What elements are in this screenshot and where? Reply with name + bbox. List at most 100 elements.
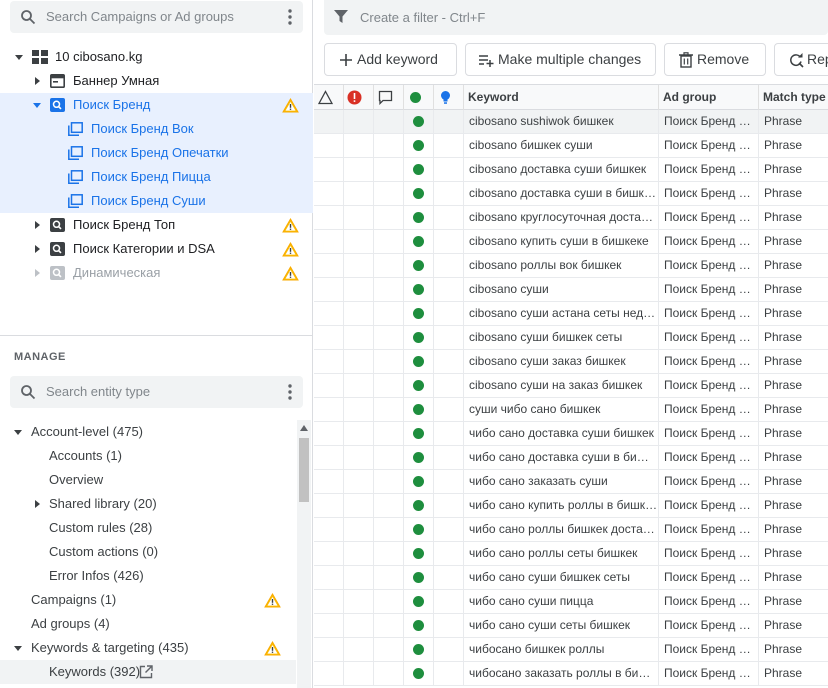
- ad-group-cell[interactable]: Поиск Бренд Суши: [659, 374, 759, 397]
- match-type-cell[interactable]: Phrase: [759, 398, 828, 421]
- keyword-cell[interactable]: суши чибо сано бишкек: [464, 398, 659, 421]
- caret-down-icon[interactable]: [33, 101, 41, 109]
- caret-down-icon[interactable]: [15, 53, 23, 61]
- manage-keywords[interactable]: Keywords (392): [0, 660, 296, 684]
- match-type-cell[interactable]: Phrase: [759, 542, 828, 565]
- ad-group-cell[interactable]: Поиск Бренд Суши: [659, 422, 759, 445]
- warning-icon[interactable]: [264, 641, 281, 656]
- tree-campaign-brand[interactable]: Поиск Бренд: [0, 93, 313, 117]
- ad-group-cell[interactable]: Поиск Бренд Суши: [659, 158, 759, 181]
- table-row[interactable]: суши чибо сано бишкекПоиск Бренд СушиPhr…: [314, 398, 828, 422]
- ad-group-cell[interactable]: Поиск Бренд Суши: [659, 230, 759, 253]
- warning-icon[interactable]: [282, 266, 299, 281]
- table-row[interactable]: чибосано бишкек роллыПоиск Бренд СушиPhr…: [314, 638, 828, 662]
- ad-group-cell[interactable]: Поиск Бренд Суши: [659, 278, 759, 301]
- keyword-cell[interactable]: cibosano суши бишкек сеты: [464, 326, 659, 349]
- keyword-cell[interactable]: cibosano суши астана сеты недорого: [464, 302, 659, 325]
- caret-right-icon[interactable]: [33, 221, 41, 229]
- keyword-cell[interactable]: cibosano доставка суши бишкек: [464, 158, 659, 181]
- keyword-cell[interactable]: чибо сано доставка суши бишкек: [464, 422, 659, 445]
- replace-button[interactable]: Rep: [774, 43, 828, 76]
- table-row[interactable]: cibosano суши заказ бишкек Поиск Бренд Су…: [314, 350, 828, 374]
- tree-campaign-banner[interactable]: Баннер Умная: [0, 69, 313, 93]
- table-row[interactable]: cibosano доставка суши в бишкеке Поиск Бр…: [314, 182, 828, 206]
- ad-group-cell[interactable]: Поиск Бренд Суши: [659, 662, 759, 685]
- keyword-cell[interactable]: cibosano доставка суши в бишкеке: [464, 182, 659, 205]
- warning-icon[interactable]: [282, 242, 299, 257]
- manage-ad-groups[interactable]: Ad groups (4): [0, 612, 296, 636]
- manage-campaigns[interactable]: Campaigns (1): [0, 588, 296, 612]
- col-header-ad-group[interactable]: Ad group: [659, 85, 759, 110]
- keyword-cell[interactable]: чибо сано купить роллы в бишкеке: [464, 494, 659, 517]
- table-row[interactable]: чибо сано суши пиццаПоиск Бренд СушиPhra…: [314, 590, 828, 614]
- keyword-cell[interactable]: чибо сано доставка суши в бишкеке: [464, 446, 659, 469]
- keyword-cell[interactable]: чибо сано суши бишкек сеты: [464, 566, 659, 589]
- match-type-cell[interactable]: Phrase: [759, 662, 828, 685]
- match-type-cell[interactable]: Phrase: [759, 518, 828, 541]
- manage-overview[interactable]: Overview: [0, 468, 296, 492]
- match-type-cell[interactable]: Phrase: [759, 134, 828, 157]
- manage-custom-actions[interactable]: Custom actions (0): [0, 540, 296, 564]
- match-type-cell[interactable]: Phrase: [759, 590, 828, 613]
- entity-search-box[interactable]: Search entity type: [10, 376, 303, 408]
- ad-group-cell[interactable]: Поиск Бренд Суши: [659, 494, 759, 517]
- col-header-match-type[interactable]: Match type: [759, 85, 828, 110]
- col-header-status-dot[interactable]: [404, 85, 434, 110]
- ad-group-cell[interactable]: Поиск Бренд Суши: [659, 590, 759, 613]
- table-row[interactable]: cibosano суши бишкек сетыПоиск Бренд Суш…: [314, 326, 828, 350]
- ad-group-cell[interactable]: Поиск Бренд Суши: [659, 134, 759, 157]
- table-row[interactable]: чибо сано купить роллы в бишкеке Поиск Бр…: [314, 494, 828, 518]
- more-vert-icon[interactable]: [287, 383, 293, 401]
- match-type-cell[interactable]: Phrase: [759, 350, 828, 373]
- table-row[interactable]: cibosano доставка суши бишкек Поиск Бренд…: [314, 158, 828, 182]
- caret-down-icon[interactable]: [14, 428, 22, 436]
- manage-keywords-targeting[interactable]: Keywords & targeting (435): [0, 636, 296, 660]
- open-in-new-icon[interactable]: [139, 665, 153, 679]
- ad-group-cell[interactable]: Поиск Бренд Суши: [659, 566, 759, 589]
- match-type-cell[interactable]: Phrase: [759, 254, 828, 277]
- table-row[interactable]: чибо сано доставка суши в бишкеке Поиск Б…: [314, 446, 828, 470]
- table-row[interactable]: cibosano купить суши в бишкеке Поиск Брен…: [314, 230, 828, 254]
- match-type-cell[interactable]: Phrase: [759, 326, 828, 349]
- match-type-cell[interactable]: Phrase: [759, 374, 828, 397]
- remove-button[interactable]: Remove: [664, 43, 766, 76]
- keyword-cell[interactable]: чибо сано суши сеты бишкек: [464, 614, 659, 637]
- ad-group-cell[interactable]: Поиск Бренд Суши: [659, 254, 759, 277]
- campaign-search-box[interactable]: Search Campaigns or Ad groups: [10, 1, 303, 33]
- match-type-cell[interactable]: Phrase: [759, 230, 828, 253]
- manage-custom-rules[interactable]: Custom rules (28): [0, 516, 296, 540]
- warning-icon[interactable]: [264, 593, 281, 608]
- table-row[interactable]: cibosano роллы вок бишкекПоиск Бренд Суш…: [314, 254, 828, 278]
- ad-group-cell[interactable]: Поиск Бренд Суши: [659, 398, 759, 421]
- ad-group-cell[interactable]: Поиск Бренд Суши: [659, 542, 759, 565]
- tree-adgroup-typos[interactable]: Поиск Бренд Опечатки: [0, 141, 313, 165]
- ad-group-cell[interactable]: Поиск Бренд Суши: [659, 206, 759, 229]
- manage-account-level[interactable]: Account-level (475): [0, 420, 296, 444]
- table-row[interactable]: чибо сано роллы сеты бишкек Поиск Бренд С…: [314, 542, 828, 566]
- table-row[interactable]: cibosano суши астана сеты недорого Поиск …: [314, 302, 828, 326]
- table-row[interactable]: cibosano бишкек сушиПоиск Бренд СушиPhra…: [314, 134, 828, 158]
- caret-down-icon[interactable]: [14, 644, 22, 652]
- match-type-cell[interactable]: Phrase: [759, 278, 828, 301]
- table-row[interactable]: чибо сано роллы бишкек доставка Поиск Бре…: [314, 518, 828, 542]
- keyword-cell[interactable]: чибо сано роллы бишкек доставка: [464, 518, 659, 541]
- caret-right-icon[interactable]: [33, 269, 41, 277]
- tree-campaign-dynamic[interactable]: Динамическая: [0, 261, 313, 285]
- tree-account-row[interactable]: 10 cibosano.kg: [0, 45, 313, 69]
- manage-accounts[interactable]: Accounts (1): [0, 444, 296, 468]
- table-row[interactable]: чибо сано суши сеты бишкек Поиск Бренд Су…: [314, 614, 828, 638]
- caret-right-icon[interactable]: [33, 245, 41, 253]
- col-header-error-icon[interactable]: [344, 85, 374, 110]
- match-type-cell[interactable]: Phrase: [759, 638, 828, 661]
- tree-adgroup-pizza[interactable]: Поиск Бренд Пицца: [0, 165, 313, 189]
- warning-icon[interactable]: [282, 98, 299, 113]
- match-type-cell[interactable]: Phrase: [759, 182, 828, 205]
- filter-bar[interactable]: Create a filter - Ctrl+F: [324, 0, 828, 35]
- manage-error-infos[interactable]: Error Infos (426): [0, 564, 296, 588]
- match-type-cell[interactable]: Phrase: [759, 206, 828, 229]
- ad-group-cell[interactable]: Поиск Бренд Суши: [659, 518, 759, 541]
- col-header-comment-icon[interactable]: [374, 85, 404, 110]
- match-type-cell[interactable]: Phrase: [759, 470, 828, 493]
- match-type-cell[interactable]: Phrase: [759, 614, 828, 637]
- table-row[interactable]: чибосано заказать роллы в бишкеке Поиск Б…: [314, 662, 828, 686]
